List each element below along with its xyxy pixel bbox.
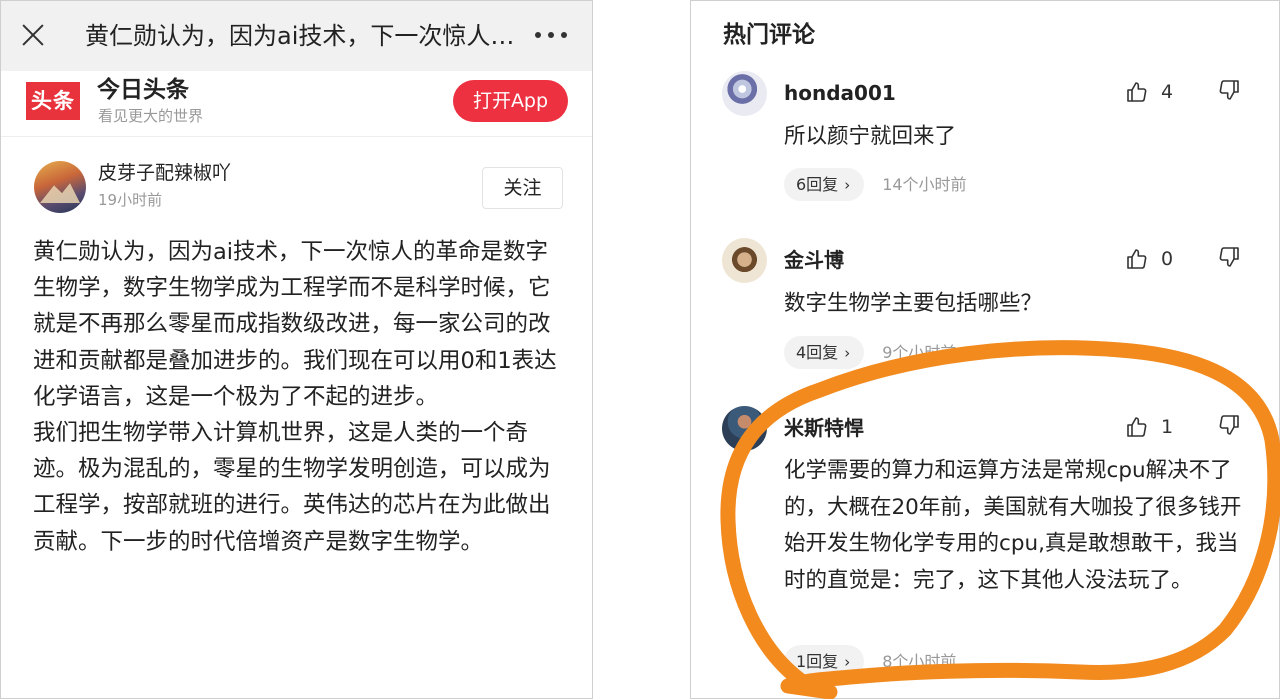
avatar[interactable] bbox=[722, 71, 767, 116]
comment-time: 8个小时前 bbox=[882, 652, 957, 671]
author-name[interactable]: 皮芽子配辣椒吖 bbox=[98, 160, 231, 186]
replies-button[interactable]: 1回复 › bbox=[784, 645, 865, 678]
thumbs-up-icon bbox=[1127, 249, 1147, 269]
screenshot-stage: 黄仁勋认为，因为ai技术，下一次惊人的革命是数字生物学 头条 今日头条 看见更大… bbox=[0, 0, 1280, 699]
comment-meta: 4回复 › 9个小时前 bbox=[784, 336, 956, 369]
avatar[interactable] bbox=[722, 406, 767, 451]
like-button[interactable]: 0 bbox=[1125, 245, 1173, 273]
comment-username[interactable]: 米斯特悍 bbox=[784, 414, 864, 442]
comment-text: 所以颜宁就回来了 bbox=[784, 124, 957, 149]
follow-button[interactable]: 关注 bbox=[482, 167, 563, 209]
like-count: 0 bbox=[1161, 248, 1174, 270]
chevron-right-icon: › bbox=[844, 344, 851, 362]
replies-count: 4回复 bbox=[796, 343, 839, 362]
close-icon[interactable] bbox=[19, 21, 47, 49]
dislike-button[interactable] bbox=[1217, 245, 1243, 273]
thumbs-down-icon bbox=[1219, 80, 1239, 100]
article-paragraph: 黄仁勋认为，因为ai技术，下一次惊人的革命是数字生物学，数字生物学成为工程学而不… bbox=[33, 239, 557, 410]
chevron-right-icon: › bbox=[844, 176, 851, 194]
like-button[interactable]: 1 bbox=[1125, 413, 1173, 441]
replies-count: 6回复 bbox=[796, 175, 839, 194]
thumbs-down-icon bbox=[1219, 415, 1239, 435]
post-time: 19小时前 bbox=[98, 191, 163, 209]
replies-count: 1回复 bbox=[796, 652, 839, 671]
thumbs-up-icon bbox=[1127, 417, 1147, 437]
author-row: 皮芽子配辣椒吖 19小时前 关注 bbox=[1, 138, 592, 228]
thumbs-down-icon bbox=[1219, 247, 1239, 267]
replies-button[interactable]: 6回复 › bbox=[784, 168, 865, 201]
comment-username[interactable]: honda001 bbox=[784, 79, 896, 107]
app-name: 今日头条 bbox=[97, 77, 189, 103]
article-panel: 黄仁勋认为，因为ai技术，下一次惊人的革命是数字生物学 头条 今日头条 看见更大… bbox=[0, 0, 593, 699]
open-app-button[interactable]: 打开App bbox=[453, 80, 568, 122]
comments-panel: 热门评论 honda001 4 所以颜宁就回来了 6回复 › 14个小时前 金斗博 bbox=[690, 0, 1280, 699]
comment-meta: 6回复 › 14个小时前 bbox=[784, 168, 967, 201]
comment-time: 14个小时前 bbox=[882, 175, 967, 194]
dislike-button[interactable] bbox=[1217, 78, 1243, 106]
dislike-button[interactable] bbox=[1217, 413, 1243, 441]
comment-meta: 1回复 › 8个小时前 bbox=[784, 645, 956, 678]
toutiao-logo: 头条 bbox=[26, 82, 80, 120]
app-banner: 头条 今日头条 看见更大的世界 打开App bbox=[1, 71, 592, 137]
like-count: 1 bbox=[1161, 416, 1174, 438]
page-title: 黄仁勋认为，因为ai技术，下一次惊人的革命是数字生物学 bbox=[85, 22, 517, 50]
app-slogan: 看见更大的世界 bbox=[98, 107, 204, 125]
author-avatar[interactable] bbox=[34, 161, 86, 213]
like-button[interactable]: 4 bbox=[1125, 78, 1173, 106]
article-body: 黄仁勋认为，因为ai技术，下一次惊人的革命是数字生物学，数字生物学成为工程学而不… bbox=[33, 234, 565, 560]
like-count: 4 bbox=[1161, 81, 1174, 103]
replies-button[interactable]: 4回复 › bbox=[784, 336, 865, 369]
comment-text: 化学需要的算力和运算方法是常规cpu解决不了的，大概在20年前，美国就有大咖投了… bbox=[784, 458, 1242, 593]
comment-text: 数字生物学主要包括哪些？ bbox=[784, 291, 1043, 316]
article-paragraph: 我们把生物学带入计算机世界，这是人类的一个奇迹。极为混乱的，零星的生物学发明创造… bbox=[33, 420, 551, 555]
thumbs-up-icon bbox=[1127, 82, 1147, 102]
comment-time: 9个小时前 bbox=[882, 343, 957, 362]
hot-comments-title: 热门评论 bbox=[723, 22, 815, 48]
more-dots-icon[interactable] bbox=[535, 32, 567, 40]
chevron-right-icon: › bbox=[844, 653, 851, 671]
avatar[interactable] bbox=[722, 238, 767, 283]
comment-username[interactable]: 金斗博 bbox=[784, 246, 844, 274]
top-bar: 黄仁勋认为，因为ai技术，下一次惊人的革命是数字生物学 bbox=[1, 1, 592, 71]
